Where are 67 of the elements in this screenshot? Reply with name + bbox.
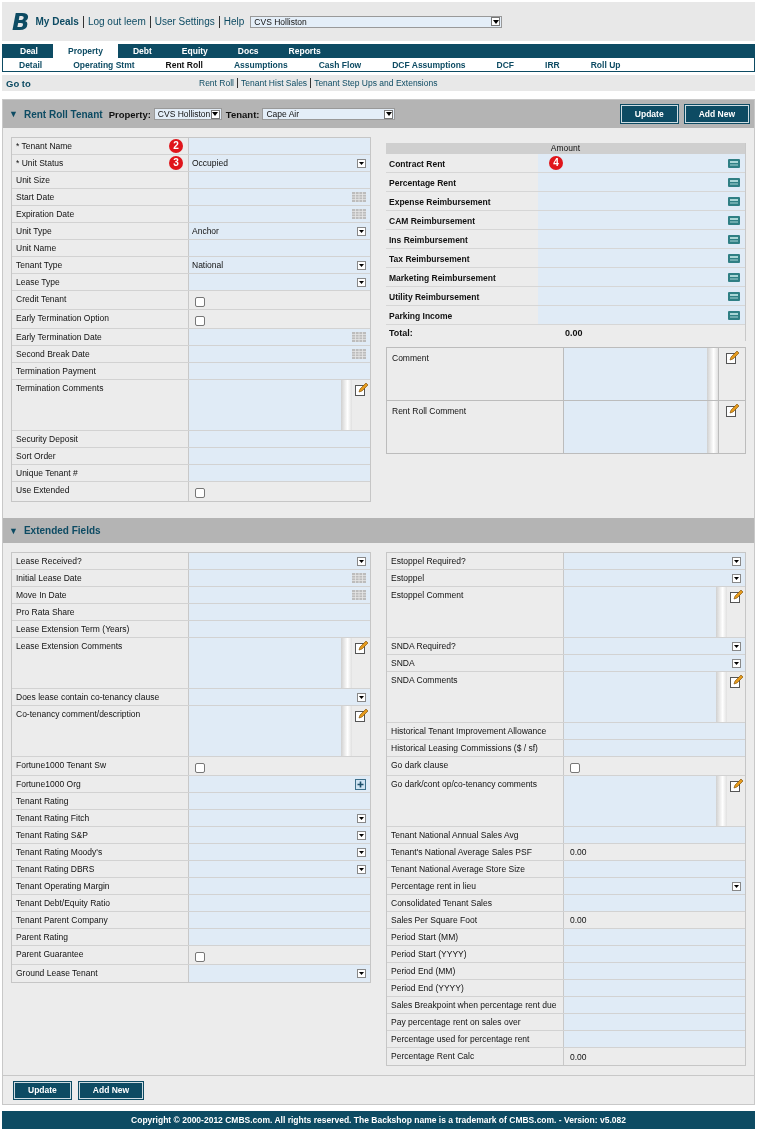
nav-tab[interactable]: Equity bbox=[166, 44, 223, 58]
copyright-text: Copyright © 2000-2012 CMBS.com. All rights reserved. The Backshop name is a trademark of CMBS.com. - Version: v5.082 bbox=[131, 1115, 626, 1125]
field-label: Use Extended bbox=[12, 482, 189, 501]
tenant-dropdown[interactable]: Cape Air bbox=[262, 108, 396, 120]
dropdown-field[interactable]: Occupied bbox=[189, 155, 370, 171]
field-label: Contract Rent bbox=[388, 158, 447, 171]
add-new-button[interactable]: Add New bbox=[77, 1080, 145, 1100]
field-label: Tax Reimbursement bbox=[388, 253, 471, 266]
property-label: Property: bbox=[108, 108, 151, 120]
field-label: Percentage Rent Calc bbox=[387, 1048, 564, 1065]
field-label: Expense Reimbursement bbox=[388, 196, 492, 209]
field-label: Sales Per Square Foot bbox=[387, 912, 564, 928]
goto-link[interactable]: Rent Roll bbox=[194, 78, 237, 88]
nav-tab[interactable]: Debt bbox=[117, 44, 167, 58]
collapse-toggle[interactable]: ▼ bbox=[9, 525, 18, 536]
field-label: Credit Tenant bbox=[12, 291, 189, 309]
field-label: Parking Income bbox=[388, 310, 454, 323]
field-label: Percentage Rent bbox=[388, 177, 458, 190]
field-value: 0.00 bbox=[570, 1051, 587, 1062]
update-button[interactable]: Update bbox=[13, 1080, 72, 1100]
subnav-tab[interactable]: DCF bbox=[496, 59, 515, 70]
subnav-tab[interactable]: IRR bbox=[545, 59, 560, 70]
property-dropdown[interactable]: CVS Holliston bbox=[153, 108, 222, 120]
callout-marker: 3 bbox=[169, 156, 183, 170]
field-label: CAM Reimbursement bbox=[388, 215, 476, 228]
goto-link[interactable]: Tenant Step Ups and Extensions bbox=[310, 78, 441, 88]
subnav-tab[interactable]: Detail bbox=[19, 59, 43, 70]
header-link[interactable]: My Deals bbox=[35, 15, 83, 28]
total-value: 0.00 bbox=[565, 328, 583, 338]
header-link[interactable]: User Settings bbox=[149, 15, 219, 28]
deal-dropdown[interactable]: CVS Holliston bbox=[250, 15, 503, 28]
goto-link[interactable]: Tenant Hist Sales bbox=[236, 78, 311, 88]
subnav-tab[interactable]: Rent Roll bbox=[165, 59, 203, 70]
subnav-tab[interactable]: Operating Stmt bbox=[73, 59, 135, 70]
add-new-button[interactable]: Add New bbox=[683, 104, 750, 124]
update-button[interactable]: Update bbox=[619, 104, 679, 124]
collapse-toggle[interactable]: ▼ bbox=[9, 109, 18, 119]
dropdown-field[interactable]: National bbox=[189, 257, 370, 273]
subnav-tab[interactable]: Roll Up bbox=[590, 59, 621, 70]
subnav-tab[interactable]: Assumptions bbox=[233, 59, 288, 70]
subnav-tab[interactable]: Cash Flow bbox=[318, 59, 362, 70]
subnav-tab[interactable]: DCF Assumptions bbox=[392, 59, 466, 70]
section-title: Extended Fields bbox=[23, 525, 101, 536]
nav-tab[interactable]: Reports bbox=[273, 44, 336, 58]
field-label: Parent Guarantee bbox=[12, 946, 189, 964]
field-label: Ins Reimbursement bbox=[388, 234, 469, 247]
field-label: Utility Reimbursement bbox=[388, 291, 481, 304]
field-value: 0.00 bbox=[570, 915, 587, 925]
total-label: Total: bbox=[388, 328, 414, 338]
nav-tab[interactable]: Property bbox=[52, 44, 118, 58]
nav-tab[interactable]: Deal bbox=[5, 44, 53, 58]
nav-tab[interactable]: Docs bbox=[222, 44, 274, 58]
field-value: 0.00 bbox=[570, 847, 587, 857]
logo: B bbox=[12, 8, 30, 35]
header-link[interactable]: Help bbox=[218, 15, 249, 28]
field-label: Marketing Reimbursement bbox=[388, 272, 497, 285]
dropdown-field[interactable]: Anchor bbox=[189, 223, 370, 239]
field-label: Go dark clause bbox=[387, 757, 564, 775]
field-label: Fortune1000 Tenant Sw bbox=[12, 757, 189, 775]
column-header: Amount bbox=[386, 143, 745, 154]
section-title: Rent Roll Tenant bbox=[23, 108, 103, 120]
field-label: Early Termination Option bbox=[12, 310, 189, 328]
tenant-label: Tenant: bbox=[225, 108, 260, 120]
field-label: Tenant's National Average Sales PSF bbox=[387, 844, 564, 860]
callout-marker: 2 bbox=[169, 139, 183, 153]
goto-label: Go to bbox=[5, 77, 32, 89]
header-link[interactable]: Log out leem bbox=[82, 15, 150, 28]
